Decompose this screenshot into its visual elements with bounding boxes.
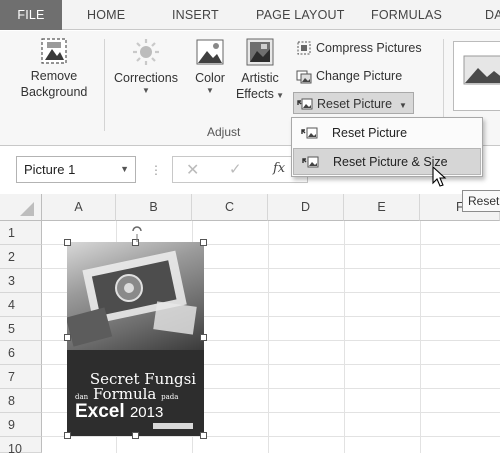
publisher-logo-icon <box>153 423 193 429</box>
reset-picture-label: Reset Picture <box>317 97 393 111</box>
rotate-handle-icon[interactable] <box>130 224 144 242</box>
chevron-down-icon: ▼ <box>399 101 407 110</box>
mouse-cursor-icon <box>432 166 447 187</box>
compress-pictures-label: Compress Pictures <box>316 41 422 55</box>
grid-line <box>344 221 345 453</box>
resize-handle-left[interactable] <box>64 334 71 341</box>
row-header-2[interactable]: 2 <box>0 245 42 269</box>
artistic-effects-icon <box>246 38 274 66</box>
ribbon-tabs: FILE HOME INSERT PAGE LAYOUT FORMULAS DA <box>0 0 500 30</box>
insert-function-button[interactable]: fx <box>273 161 285 176</box>
tab-home[interactable]: HOME <box>87 0 125 30</box>
change-picture-icon <box>296 70 312 84</box>
picture-style-thumbnail[interactable] <box>453 41 500 111</box>
row-header-10[interactable]: 10 <box>0 437 42 453</box>
artistic-effects-button[interactable]: Artistic Effects ▼ <box>232 37 288 104</box>
select-all-corner[interactable] <box>0 194 42 221</box>
tab-insert[interactable]: INSERT <box>172 0 219 30</box>
grid-line <box>42 436 500 437</box>
selected-picture-book-cover[interactable]: Secret Fungsi dan Formula pada Excel 201… <box>67 242 204 436</box>
resize-handle-bottom-left[interactable] <box>64 432 71 439</box>
resize-handle-top-right[interactable] <box>200 239 207 246</box>
compress-pictures-icon <box>297 41 311 55</box>
tab-formulas[interactable]: FORMULAS <box>371 0 442 30</box>
row-header-8[interactable]: 8 <box>0 389 42 413</box>
name-box-value: Picture 1 <box>24 162 76 177</box>
cover-artwork <box>67 242 204 350</box>
column-header-b[interactable]: B <box>116 194 192 221</box>
cover-artwork-graphic <box>67 250 197 347</box>
ribbon-separator <box>104 39 105 131</box>
chevron-down-icon: ▼ <box>273 91 285 100</box>
change-picture-label: Change Picture <box>316 69 403 83</box>
reset-picture-size-icon <box>302 156 319 168</box>
change-picture-button[interactable]: Change Picture <box>296 65 402 87</box>
artistic-effects-label-1: Artistic <box>241 71 279 85</box>
resize-handle-bottom-right[interactable] <box>200 432 207 439</box>
grid-line <box>420 221 421 453</box>
row-header-7[interactable]: 7 <box>0 365 42 389</box>
remove-background-label-2: Background <box>20 85 88 99</box>
chevron-down-icon: ▼ <box>206 86 214 95</box>
more-options-icon: ⋮ <box>150 163 162 177</box>
reset-picture-icon <box>301 127 318 139</box>
select-all-triangle-icon <box>20 202 34 216</box>
chevron-down-icon: ▼ <box>142 86 150 95</box>
row-header-3[interactable]: 3 <box>0 269 42 293</box>
remove-background-label-1: Remove <box>30 69 78 83</box>
corrections-label: Corrections <box>114 71 178 85</box>
color-button[interactable]: Color ▼ <box>189 37 231 96</box>
reset-picture-icon <box>297 98 313 110</box>
column-header-e[interactable]: E <box>344 194 420 221</box>
tab-data[interactable]: DA <box>485 0 500 30</box>
menu-item-reset-picture-size[interactable]: Reset Picture & Size <box>293 148 481 175</box>
cover-title-line-3: Excel 2013 <box>75 401 163 423</box>
chevron-down-icon[interactable]: ▼ <box>120 157 129 182</box>
row-header-9[interactable]: 9 <box>0 413 42 437</box>
resize-handle-bottom[interactable] <box>132 432 139 439</box>
cover-small-text: dan <box>75 393 89 401</box>
name-box[interactable]: Picture 1 ▼ <box>16 156 136 183</box>
compress-pictures-button[interactable]: Compress Pictures <box>296 37 422 59</box>
cancel-icon[interactable]: ✕ <box>186 160 199 180</box>
grid-line <box>268 221 269 453</box>
picture-style-icon <box>463 55 500 85</box>
row-header-6[interactable]: 6 <box>0 341 42 365</box>
tab-file[interactable]: FILE <box>0 0 62 30</box>
resize-handle-top-left[interactable] <box>64 239 71 246</box>
row-header-4[interactable]: 4 <box>0 293 42 317</box>
artistic-effects-label-2: Effects <box>235 87 274 101</box>
sun-icon <box>133 39 159 65</box>
menu-item-reset-picture[interactable]: Reset Picture <box>293 120 481 147</box>
reset-picture-menu: Reset Picture Reset Picture & Size <box>291 117 483 177</box>
corrections-button[interactable]: Corrections ▼ <box>108 37 184 96</box>
color-icon <box>196 39 224 65</box>
cover-small-text: pada <box>161 393 179 401</box>
reset-picture-button[interactable]: Reset Picture ▼ <box>293 92 414 114</box>
remove-background-icon <box>41 38 67 64</box>
tab-page-layout[interactable]: PAGE LAYOUT <box>256 0 345 30</box>
cover-title-year: 2013 <box>129 404 164 421</box>
color-label: Color <box>195 71 225 85</box>
column-header-d[interactable]: D <box>268 194 344 221</box>
row-header-5[interactable]: 5 <box>0 317 42 341</box>
column-header-a[interactable]: A <box>42 194 116 221</box>
menu-item-label: Reset Picture <box>332 126 408 140</box>
menu-item-label: Reset Picture & Size <box>333 155 448 169</box>
tooltip: Reset <box>462 190 500 212</box>
remove-background-button[interactable]: Remove Background <box>14 37 94 100</box>
resize-handle-right[interactable] <box>200 334 207 341</box>
cover-title-excel: Excel <box>75 401 125 422</box>
group-label-adjust: Adjust <box>207 125 241 139</box>
enter-icon[interactable]: ✓ <box>229 160 242 178</box>
column-header-c[interactable]: C <box>192 194 268 221</box>
row-header-1[interactable]: 1 <box>0 221 42 245</box>
